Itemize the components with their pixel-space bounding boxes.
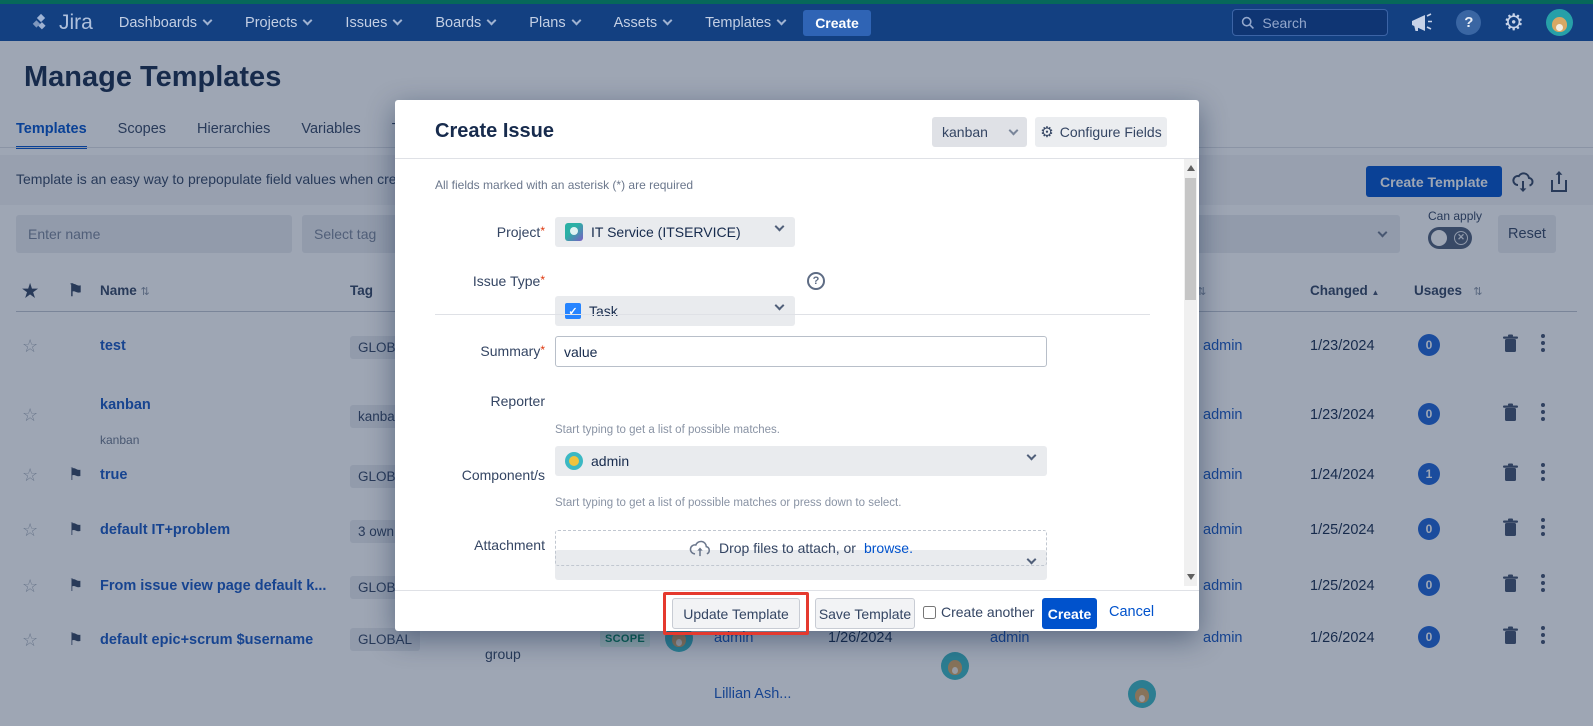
browse-link[interactable]: browse. [864, 540, 913, 556]
nav-item-issues[interactable]: Issues [345, 15, 401, 31]
settings-gear-icon[interactable]: ⚙ [1503, 11, 1524, 34]
nav-menu: Dashboards Projects Issues Boards Plans … [119, 15, 785, 31]
main-navbar: Jira Dashboards Projects Issues Boards P… [0, 4, 1593, 41]
project-label: Project* [435, 224, 545, 240]
chevron-down-icon [663, 16, 673, 26]
create-issue-dialog: Create Issue kanban ⚙ Configure Fields A… [395, 100, 1199, 631]
chevron-down-icon [775, 301, 785, 311]
chevron-down-icon [487, 16, 497, 26]
gear-icon: ⚙ [1040, 125, 1053, 140]
user-avatar[interactable] [1546, 9, 1573, 36]
update-template-button[interactable]: Update Template [672, 598, 800, 629]
issue-type-label: Issue Type* [435, 273, 545, 289]
dialog-scrollbar[interactable] [1184, 159, 1197, 586]
reporter-select[interactable]: admin [555, 446, 1047, 476]
project-select[interactable]: IT Service (ITSERVICE) [555, 217, 795, 247]
summary-label: Summary* [435, 343, 545, 359]
dialog-title: Create Issue [435, 120, 554, 143]
create-button[interactable]: Create [1042, 598, 1097, 629]
jira-logo[interactable]: Jira [30, 11, 93, 35]
search-input[interactable] [1262, 15, 1372, 31]
chevron-down-icon [1009, 125, 1019, 135]
jira-mark-icon [30, 12, 52, 34]
chevron-down-icon [393, 16, 403, 26]
nav-item-dashboards[interactable]: Dashboards [119, 15, 211, 31]
global-search[interactable] [1232, 9, 1388, 36]
nav-item-boards[interactable]: Boards [435, 15, 495, 31]
issue-type-help-icon[interactable]: ? [807, 272, 825, 290]
attachment-label: Attachment [435, 537, 545, 553]
chevron-down-icon [1027, 451, 1037, 461]
required-fields-note: All fields marked with an asterisk (*) a… [435, 178, 693, 192]
chevron-down-icon [775, 222, 785, 232]
nav-item-assets[interactable]: Assets [614, 15, 672, 31]
nav-create-button[interactable]: Create [803, 10, 871, 36]
scroll-down-arrow-icon[interactable] [1187, 574, 1195, 580]
chevron-down-icon [777, 16, 787, 26]
help-icon[interactable]: ? [1456, 10, 1481, 35]
chevron-down-icon [203, 16, 213, 26]
reporter-avatar-icon [565, 452, 583, 470]
components-helper-text: Start typing to get a list of possible m… [555, 497, 901, 509]
chevron-down-icon [303, 16, 313, 26]
dialog-header-divider [395, 158, 1199, 159]
task-type-icon: ✓ [565, 303, 581, 319]
create-another-checkbox[interactable] [923, 606, 936, 619]
brand-label: Jira [59, 11, 93, 35]
chevron-down-icon [571, 16, 581, 26]
project-avatar-icon [565, 223, 583, 241]
nav-item-templates[interactable]: Templates [705, 15, 785, 31]
nav-item-projects[interactable]: Projects [245, 15, 311, 31]
announcements-icon[interactable] [1410, 12, 1434, 34]
scroll-up-arrow-icon[interactable] [1187, 165, 1195, 171]
form-section-divider [435, 314, 1150, 315]
summary-input[interactable] [555, 336, 1047, 367]
dialog-footer-divider [395, 590, 1199, 591]
upload-cloud-icon [689, 539, 711, 557]
reporter-helper-text: Start typing to get a list of possible m… [555, 424, 780, 436]
save-template-button[interactable]: Save Template [815, 598, 915, 629]
template-select[interactable]: kanban [932, 117, 1027, 147]
nav-item-plans[interactable]: Plans [529, 15, 579, 31]
create-another-option: Create another [923, 604, 1034, 620]
components-label: Component/s [435, 467, 545, 483]
scrollbar-thumb[interactable] [1185, 178, 1196, 300]
attachment-dropzone[interactable]: Drop files to attach, or browse. [555, 530, 1047, 566]
configure-fields-button[interactable]: ⚙ Configure Fields [1035, 117, 1167, 147]
cancel-link[interactable]: Cancel [1109, 604, 1154, 620]
issue-type-select[interactable]: ✓ Task [555, 296, 795, 326]
search-icon [1241, 16, 1255, 30]
reporter-label: Reporter [435, 393, 545, 409]
